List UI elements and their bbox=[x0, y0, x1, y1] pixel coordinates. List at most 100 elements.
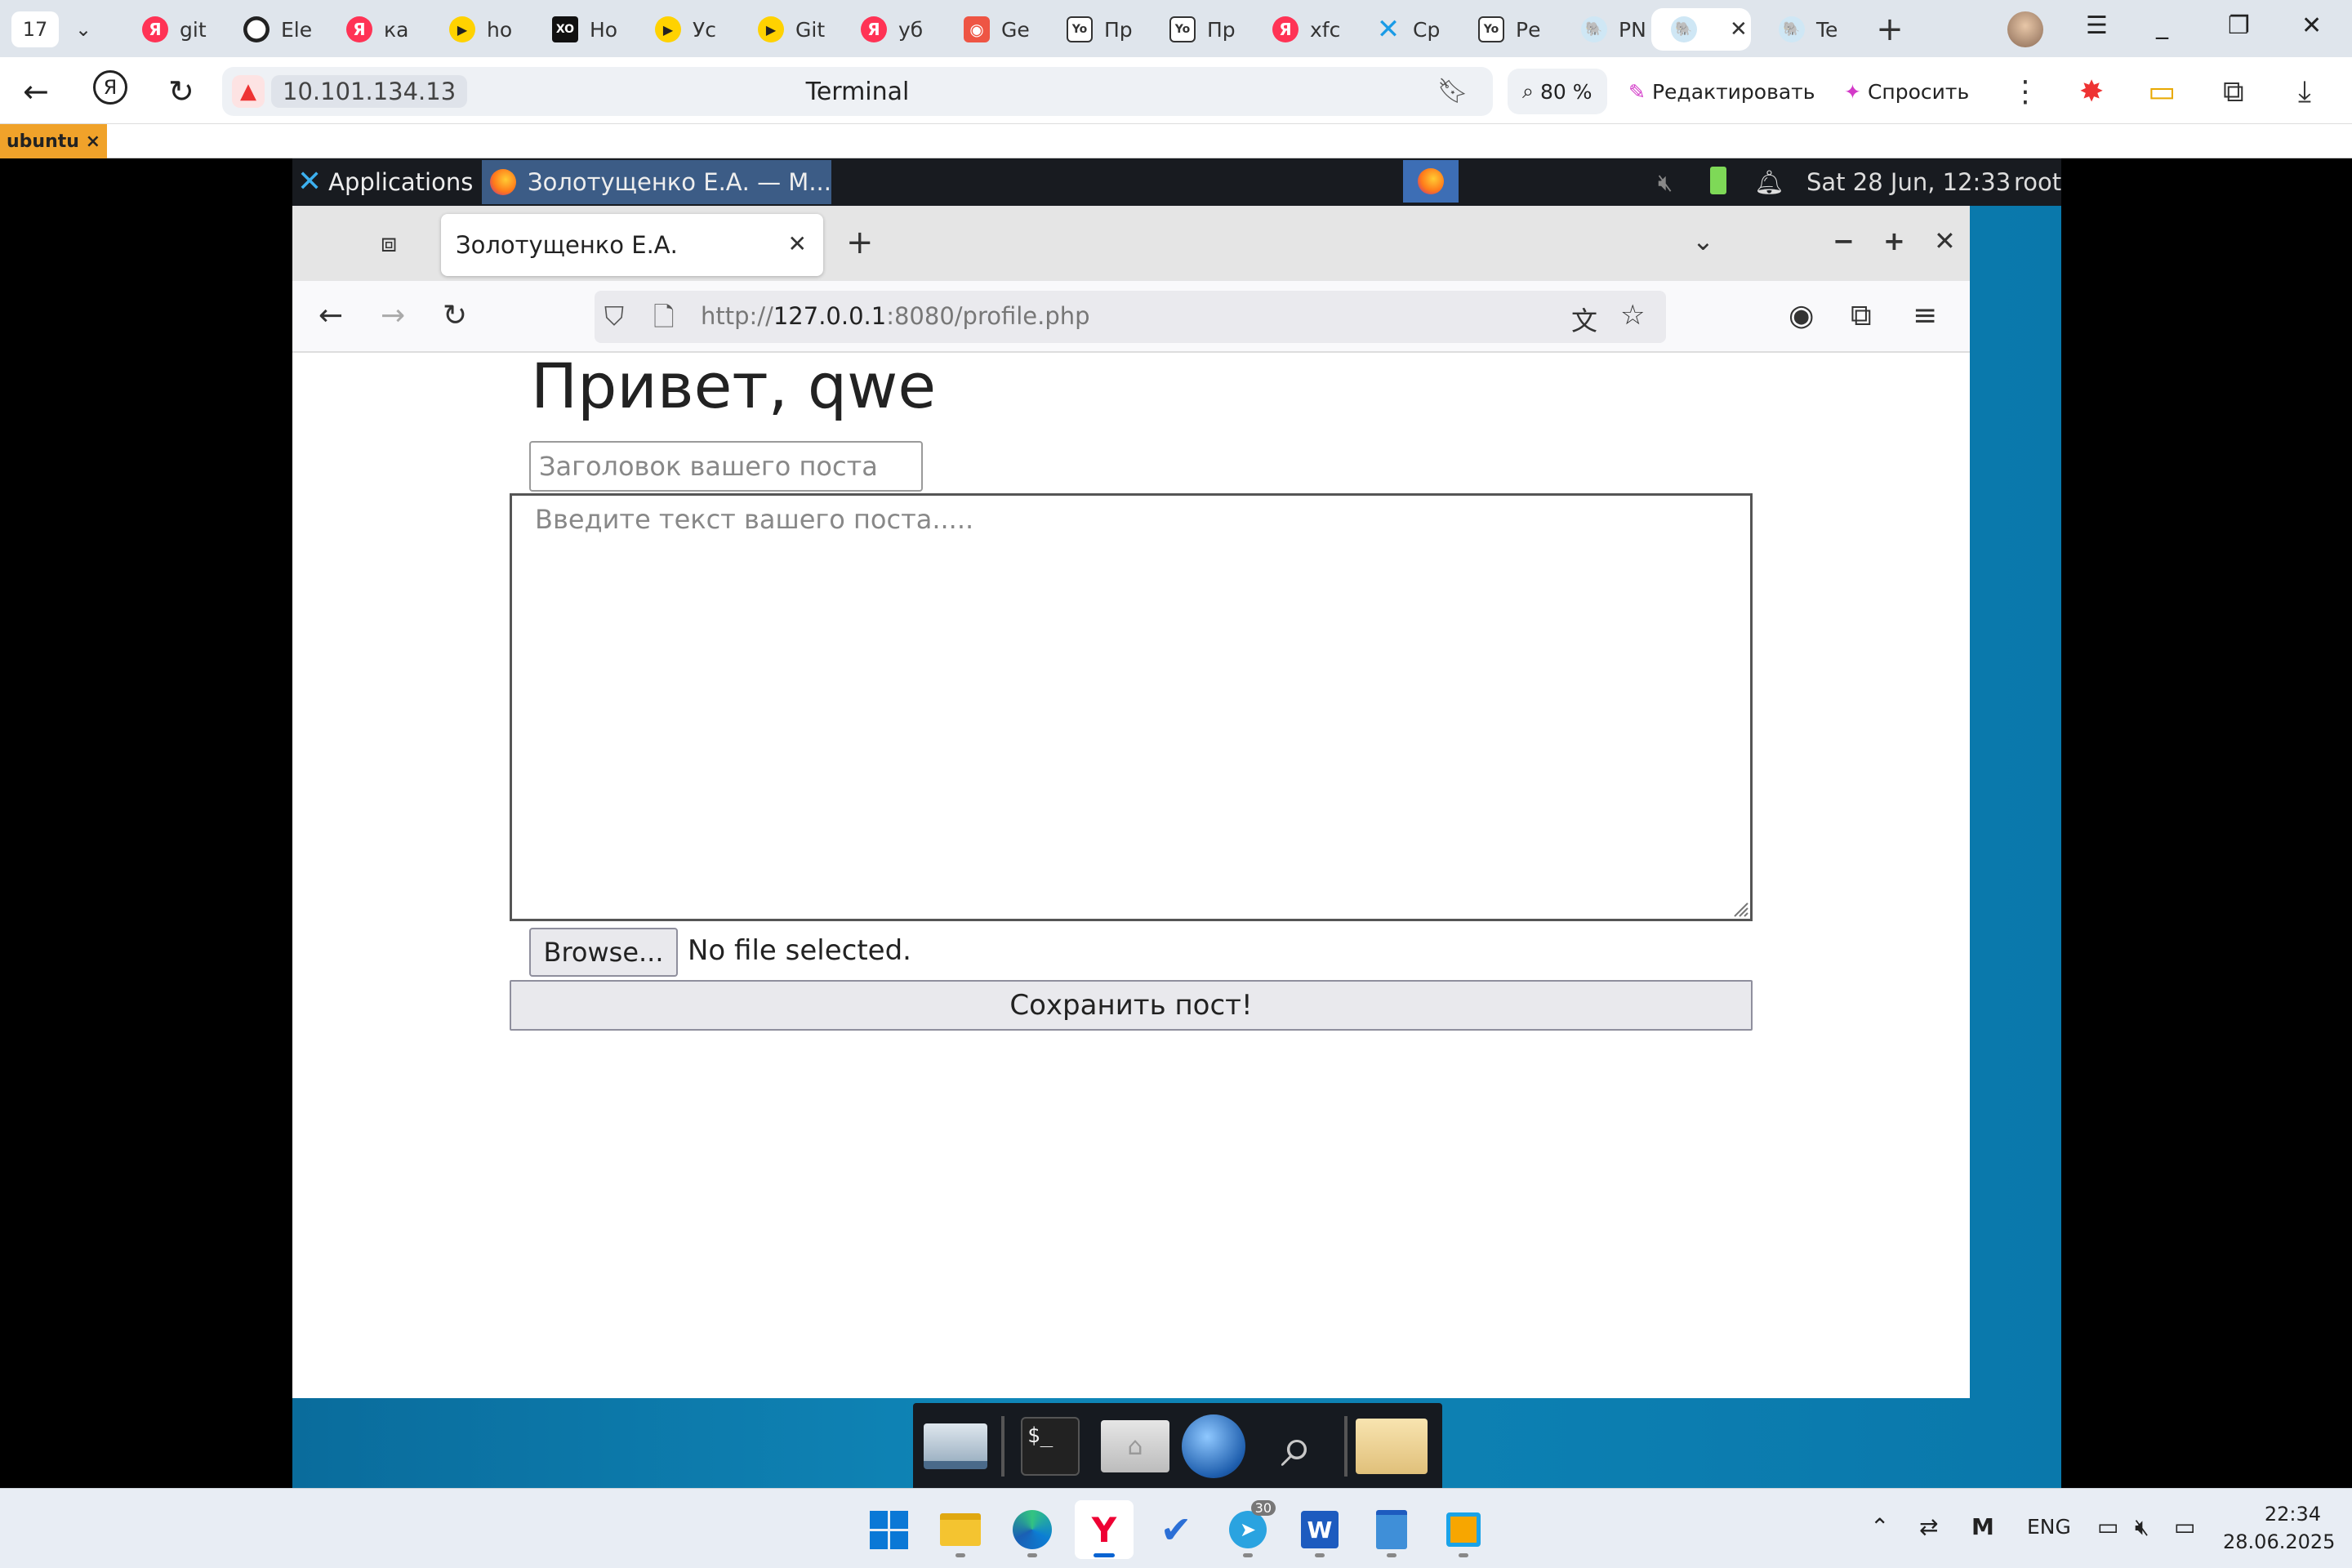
tray-chevron-up-icon[interactable]: ⌃ bbox=[1870, 1513, 1889, 1540]
browser-tab[interactable]: Yo Ре bbox=[1459, 8, 1555, 51]
shield-icon[interactable]: ⛉ bbox=[604, 301, 624, 332]
close-window-button[interactable]: ✕ bbox=[1934, 225, 1956, 256]
tray-network-switch-icon[interactable]: ⇄ bbox=[1919, 1513, 1938, 1540]
post-title-input[interactable] bbox=[529, 441, 923, 492]
browser-tab[interactable]: Яgit bbox=[122, 8, 219, 51]
telegram-shape: ➤ bbox=[1229, 1511, 1267, 1548]
minimize-button[interactable]: _ bbox=[2156, 11, 2168, 40]
zoom-button[interactable]: ⌕ 80 % bbox=[1508, 69, 1607, 114]
show-desktop-icon[interactable] bbox=[920, 1413, 991, 1480]
taskbar-window-button[interactable]: Золотущенко Е.А. — М... bbox=[482, 160, 831, 204]
web-browser-icon[interactable] bbox=[1178, 1413, 1250, 1480]
notepad-icon[interactable] bbox=[1362, 1500, 1421, 1559]
new-tab-button[interactable]: + bbox=[1870, 11, 1909, 48]
bookmark-icon[interactable]: 🔖︎ bbox=[1437, 77, 1468, 105]
bookmark-star-icon[interactable]: ☆ bbox=[1620, 299, 1645, 332]
new-tab-button[interactable]: + bbox=[846, 224, 874, 261]
applications-menu[interactable]: ✕ Applications ⋮ bbox=[297, 165, 503, 198]
telegram-icon[interactable]: ➤ 30 bbox=[1218, 1500, 1277, 1559]
clock[interactable]: Sat 28 Jun, 12:33 bbox=[1806, 168, 2011, 196]
browser-tab[interactable]: ▶ ho bbox=[430, 8, 526, 51]
network-icon[interactable]: ▭ bbox=[2097, 1513, 2118, 1540]
file-explorer-icon[interactable] bbox=[931, 1500, 990, 1559]
reload-icon[interactable]: ↻ bbox=[168, 74, 194, 109]
reload-icon[interactable]: ↻ bbox=[443, 299, 467, 332]
browser-tab[interactable]: Яxfc bbox=[1253, 8, 1349, 51]
forward-arrow-icon[interactable]: → bbox=[381, 299, 405, 332]
chevron-down-icon[interactable]: ⌄ bbox=[75, 18, 91, 41]
browser-tab[interactable]: XO Но bbox=[532, 8, 629, 51]
firefox-launcher[interactable] bbox=[1403, 160, 1459, 203]
web-page: Привет, qwe Browse... No file selected. … bbox=[292, 350, 1970, 1398]
tab-groups-icon[interactable]: ⧈ bbox=[381, 227, 397, 259]
hamburger-menu-icon[interactable]: ≡ bbox=[1913, 299, 1937, 332]
volume-mute-icon[interactable]: 🔇︎ bbox=[2135, 1513, 2149, 1541]
ask-button[interactable]: ✦ Спросить bbox=[1829, 69, 1984, 114]
resize-grip-icon[interactable] bbox=[1733, 902, 1749, 918]
page-info-icon[interactable]: 🗋︎ bbox=[653, 299, 675, 343]
profile-avatar[interactable] bbox=[2007, 11, 2043, 47]
terminal-icon[interactable]: $_ bbox=[1014, 1413, 1086, 1480]
browser-tab[interactable]: ◉ Ge bbox=[944, 8, 1040, 51]
menu-icon[interactable]: ☰ bbox=[2086, 11, 2108, 40]
virtualbox-icon[interactable] bbox=[1434, 1500, 1493, 1559]
browser-tab[interactable]: 🐘 ✕ bbox=[1651, 8, 1751, 51]
yandex-logo-icon[interactable]: Я bbox=[93, 70, 127, 105]
yandex-browser-icon[interactable]: Y bbox=[1075, 1500, 1134, 1559]
firefox-url-bar[interactable]: ⛉ 🗋︎ http://127.0.0.1:8080/profile.php 文… bbox=[595, 291, 1666, 343]
download-icon[interactable]: ⤓ bbox=[2298, 75, 2311, 109]
extension-star-icon[interactable]: ✸ bbox=[2079, 75, 2104, 109]
battery-saver-icon[interactable]: ▭ bbox=[2148, 75, 2176, 109]
browser-tab[interactable]: ▶ Ус bbox=[635, 8, 732, 51]
tray-app-icon[interactable]: M bbox=[1971, 1513, 1994, 1540]
taskbar-clock[interactable]: 22:34 28.06.2025 bbox=[2223, 1500, 2335, 1556]
close-window-button[interactable]: ✕ bbox=[2301, 11, 2322, 40]
translate-icon[interactable]: 文 bbox=[1571, 301, 1597, 338]
browser-tab[interactable]: Яуб bbox=[841, 8, 938, 51]
browser-tab[interactable]: ✕ Ср bbox=[1356, 8, 1452, 51]
battery-icon[interactable]: ▭ bbox=[2174, 1513, 2195, 1540]
browser-tab[interactable]: Yo Пр bbox=[1150, 8, 1246, 51]
restore-button[interactable]: ❐ bbox=[2228, 11, 2250, 40]
app-finder-icon[interactable]: ⌕ bbox=[1261, 1413, 1333, 1480]
browser-tab[interactable]: Ele bbox=[224, 8, 320, 51]
files-folder-icon[interactable] bbox=[1356, 1413, 1428, 1480]
todo-icon[interactable]: ✔ bbox=[1147, 1500, 1205, 1559]
notification-bell-icon[interactable]: 🔔︎ bbox=[1754, 168, 1784, 197]
edit-button[interactable]: ✎ Редактировать bbox=[1614, 69, 1830, 114]
back-arrow-icon[interactable]: ← bbox=[23, 74, 49, 109]
tab-count-button[interactable]: 17 bbox=[11, 11, 59, 47]
account-icon[interactable]: ◉ bbox=[1788, 299, 1814, 332]
browser-tab[interactable]: 🐘 Te bbox=[1759, 8, 1855, 51]
more-menu-icon[interactable]: ⋮ bbox=[2011, 75, 2040, 109]
battery-icon[interactable] bbox=[1710, 167, 1726, 194]
maximize-button[interactable]: + bbox=[1883, 225, 1905, 256]
save-post-button[interactable]: Сохранить пост! bbox=[510, 980, 1753, 1031]
security-warning-icon[interactable]: ▲ bbox=[232, 75, 265, 108]
browser-tab[interactable]: Yo Пр bbox=[1047, 8, 1143, 51]
start-button[interactable] bbox=[859, 1500, 918, 1559]
extensions-icon[interactable]: ⧉ bbox=[1851, 299, 1872, 333]
address-field[interactable]: ▲ 10.101.134.13 Terminal 🔖︎ bbox=[222, 67, 1493, 116]
word-icon[interactable]: W bbox=[1290, 1500, 1349, 1559]
list-tabs-chevron-icon[interactable]: ⌄ bbox=[1692, 225, 1714, 256]
post-body-textarea[interactable] bbox=[510, 493, 1753, 921]
edge-browser-icon[interactable] bbox=[1003, 1500, 1062, 1559]
browser-tab[interactable]: ▶ Git bbox=[738, 8, 835, 51]
close-tab-icon[interactable]: ✕ bbox=[788, 230, 807, 257]
collections-icon[interactable]: ⧉ bbox=[2223, 75, 2244, 109]
edge-shape bbox=[1013, 1510, 1052, 1549]
connection-tag[interactable]: ubuntu × bbox=[0, 124, 108, 158]
firefox-tab-active[interactable]: Золотущенко Е.А. ✕ bbox=[441, 214, 823, 276]
mute-icon[interactable]: 🔇︎ bbox=[1658, 168, 1673, 197]
input-language[interactable]: ENG bbox=[2027, 1515, 2071, 1539]
browser-tab[interactable]: Яка bbox=[327, 8, 423, 51]
user-menu[interactable]: root bbox=[2014, 168, 2061, 196]
back-arrow-icon[interactable]: ← bbox=[318, 299, 343, 332]
firefox-tab-strip: ⧈ Золотущенко Е.А. ✕ + ⌄ − + ✕ bbox=[292, 206, 1970, 281]
browse-file-button[interactable]: Browse... bbox=[529, 928, 678, 977]
close-tab-icon[interactable]: ✕ bbox=[1730, 17, 1748, 42]
minimize-button[interactable]: − bbox=[1833, 225, 1855, 256]
home-folder-icon[interactable]: ⌂ bbox=[1099, 1413, 1171, 1480]
browser-tab[interactable]: 🐘 PN bbox=[1561, 8, 1658, 51]
